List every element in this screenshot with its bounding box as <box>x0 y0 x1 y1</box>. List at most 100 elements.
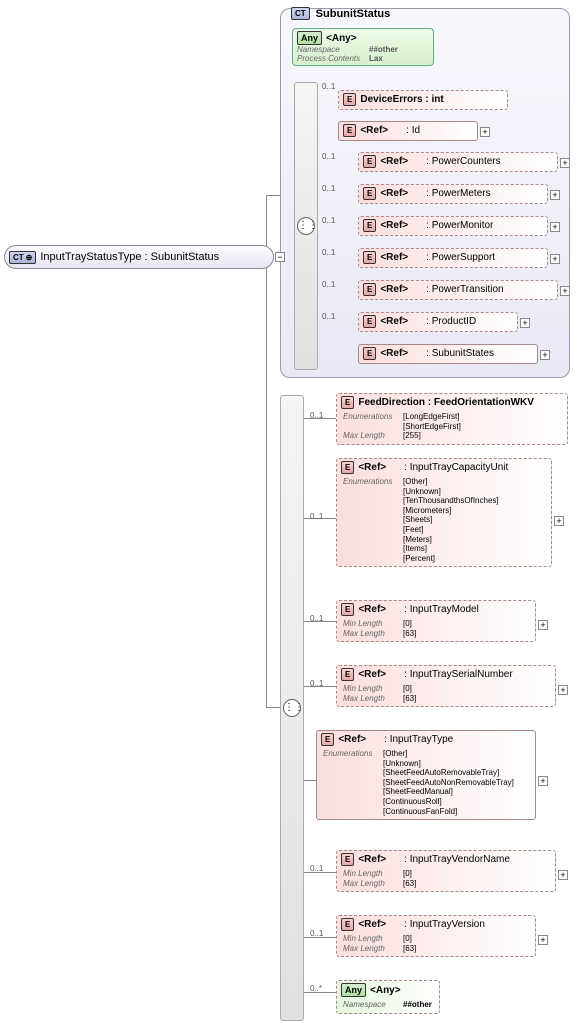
expand-toggle[interactable]: + <box>560 158 570 168</box>
e-icon: E <box>341 918 354 931</box>
expand-toggle[interactable]: + <box>520 318 530 328</box>
elem-inputtrayvendorname[interactable]: E<Ref>: InputTrayVendorName Min Length[0… <box>336 850 556 892</box>
expand-toggle[interactable]: + <box>538 776 548 786</box>
elem-suffix: : InputTrayVersion <box>404 919 485 930</box>
elem-ref-powertransition[interactable]: E<Ref>: PowerTransition <box>358 280 558 300</box>
detail-key: Max Length <box>343 944 403 954</box>
detail-val: [SheetFeedAutoRemovableTray] <box>383 768 499 778</box>
expand-toggle[interactable]: + <box>558 870 568 880</box>
detail-val: [0] <box>403 934 412 944</box>
elem-inputtraymodel[interactable]: E<Ref>: InputTrayModel Min Length[0] Max… <box>336 600 536 642</box>
diagram-canvas: CT InputTrayStatusType : SubunitStatus −… <box>0 0 578 1023</box>
cardinality: 0..1 <box>310 512 323 521</box>
any-wildcard: Any <Any> Namespace##other Process Conte… <box>292 28 434 66</box>
expand-toggle[interactable]: + <box>550 190 560 200</box>
elem-ref-id[interactable]: E<Ref>: Id <box>338 121 478 141</box>
elem-inputtraycapacityunit[interactable]: E<Ref>: InputTrayCapacityUnit Enumeratio… <box>336 458 552 567</box>
elem-any-ext[interactable]: Any<Any> Namespace##other <box>336 980 440 1014</box>
expand-toggle[interactable]: + <box>538 935 548 945</box>
elem-ref-powermeters[interactable]: E <Ref> : PowerMeters <box>358 184 548 204</box>
elem-suffix: : PowerMeters <box>426 188 490 199</box>
expand-toggle[interactable]: − <box>275 252 285 262</box>
elem-label: DeviceErrors : int <box>360 94 443 105</box>
elem-label: <Ref> <box>380 220 408 231</box>
detail-key: Enumerations <box>343 477 403 487</box>
any-icon: Any <box>297 31 322 45</box>
detail-val: [63] <box>403 694 416 704</box>
elem-suffix: : PowerSupport <box>426 252 495 263</box>
e-icon: E <box>341 853 354 866</box>
detail-val: [Unknown] <box>403 487 441 497</box>
trunk-line <box>266 195 267 707</box>
any-ns-val: ##other <box>369 45 398 54</box>
e-icon: E <box>341 668 354 681</box>
elem-ref-powermonitor[interactable]: E<Ref>: PowerMonitor <box>358 216 548 236</box>
detail-key: Namespace <box>343 1000 403 1010</box>
expand-toggle[interactable]: + <box>550 222 560 232</box>
elem-suffix: : PowerCounters <box>426 156 500 167</box>
elem-ref-productid[interactable]: E<Ref>: ProductID <box>358 312 518 332</box>
elem-label: <Ref> <box>380 348 408 359</box>
elem-inputtrayversion[interactable]: E<Ref>: InputTrayVersion Min Length[0] M… <box>336 915 536 957</box>
expand-toggle[interactable]: + <box>558 685 568 695</box>
detail-key: Max Length <box>343 431 403 441</box>
e-icon: E <box>363 283 376 296</box>
elem-feeddirection[interactable]: EFeedDirection : FeedOrientationWKV Enum… <box>336 393 568 445</box>
elem-suffix: : ProductID <box>426 316 476 327</box>
detail-val: [Other] <box>403 477 427 487</box>
seq-rect-subunit: ⋮⋮ <box>294 82 318 370</box>
detail-key: Enumerations <box>343 412 403 422</box>
detail-key: Max Length <box>343 629 403 639</box>
expand-toggle[interactable]: + <box>560 286 570 296</box>
subunit-label: SubunitStatus <box>316 8 391 20</box>
elem-suffix: : InputTraySerialNumber <box>404 669 513 680</box>
detail-key: Min Length <box>343 934 403 944</box>
e-icon: E <box>363 155 376 168</box>
detail-key: Max Length <box>343 879 403 889</box>
elem-label: <Ref> <box>338 734 366 745</box>
elem-label: <Ref> <box>380 188 408 199</box>
expand-toggle[interactable]: + <box>538 620 548 630</box>
elem-label: FeedDirection : FeedOrientationWKV <box>358 397 534 408</box>
detail-key: Enumerations <box>323 749 383 759</box>
detail-val: [SheetFeedAutoNonRemovableTray] <box>383 778 514 788</box>
seq-connector-icon: ⋮⋮ <box>283 699 301 717</box>
detail-key: Max Length <box>343 694 403 704</box>
elem-inputtraytype[interactable]: E<Ref>: InputTrayType Enumerations[Other… <box>316 730 536 820</box>
elem-inputtrayserialnumber[interactable]: E<Ref>: InputTraySerialNumber Min Length… <box>336 665 556 707</box>
elem-ref-subunitstates[interactable]: E<Ref>: SubunitStates <box>358 344 538 364</box>
elem-label: <Any> <box>370 985 401 996</box>
elem-label: <Ref> <box>358 854 386 865</box>
detail-val: ##other <box>403 1000 432 1010</box>
detail-val: [Sheets] <box>403 515 432 525</box>
elem-suffix: : SubunitStates <box>426 348 494 359</box>
detail-key: Min Length <box>343 869 403 879</box>
detail-val: [Feet] <box>403 525 423 535</box>
expand-toggle[interactable]: + <box>480 127 490 137</box>
detail-val: [0] <box>403 684 412 694</box>
elem-label: <Ref> <box>360 125 388 136</box>
expand-toggle[interactable]: + <box>540 350 550 360</box>
expand-toggle[interactable]: + <box>554 516 564 526</box>
detail-val: [ShortEdgeFirst] <box>403 422 461 432</box>
root-type-node[interactable]: CT InputTrayStatusType : SubunitStatus <box>4 245 274 269</box>
e-icon: E <box>363 187 376 200</box>
elem-device-errors[interactable]: EDeviceErrors : int <box>338 90 508 110</box>
detail-key: Min Length <box>343 684 403 694</box>
elem-ref-powersupport[interactable]: E<Ref>: PowerSupport <box>358 248 548 268</box>
cardinality: 0..1 <box>310 679 323 688</box>
any-ns-key: Namespace <box>297 45 369 54</box>
elem-ref-powercounters[interactable]: E<Ref>: PowerCounters <box>358 152 558 172</box>
detail-val: [Items] <box>403 544 427 554</box>
elem-suffix: : PowerTransition <box>426 284 503 295</box>
cardinality: 0..1 <box>322 216 335 225</box>
branch-top <box>266 195 280 196</box>
detail-val: [63] <box>403 944 416 954</box>
expand-toggle[interactable]: + <box>550 254 560 264</box>
e-icon: E <box>363 251 376 264</box>
any-label: <Any> <box>326 33 357 44</box>
e-icon: E <box>363 219 376 232</box>
elem-suffix: : InputTrayCapacityUnit <box>404 462 508 473</box>
e-icon: E <box>341 461 354 474</box>
cardinality: 0..1 <box>310 411 323 420</box>
